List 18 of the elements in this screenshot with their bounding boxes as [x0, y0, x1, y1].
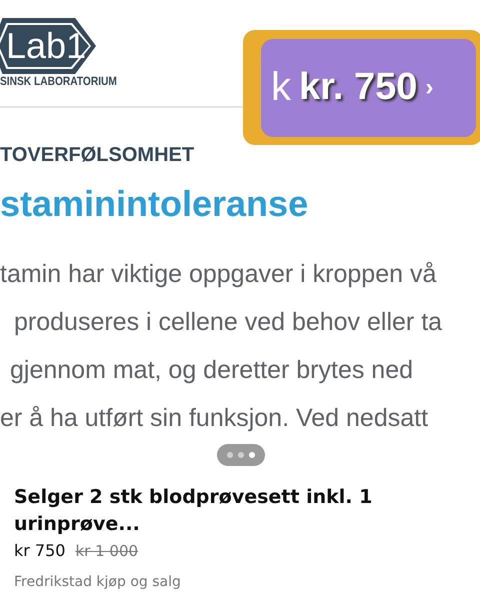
page-dot[interactable] [238, 452, 244, 458]
paragraph-line: gjennom mat, og deretter brytes ned [10, 355, 414, 385]
listing-title[interactable]: Selger 2 stk blodprøvesett inkl. 1 urinprøve... [14, 484, 466, 538]
page-dot[interactable] [227, 452, 233, 458]
sticker-prefix: k [271, 65, 291, 110]
logo: Lab1 [0, 18, 96, 74]
sticker-suffix: › [425, 74, 434, 102]
sticker-price: kr. 750 [299, 66, 418, 109]
listing-price: kr 750 [14, 541, 66, 560]
paragraph-line: er å ha utført sin funksjon. Ved nedsatt [0, 403, 428, 433]
category-label: TOVERFØLSOMHET [0, 144, 194, 167]
page-dot[interactable] [249, 452, 255, 458]
old-price: kr 1 000 [75, 542, 138, 560]
paragraph-line: produseres i cellene ved behov eller ta [14, 307, 442, 337]
article-heading: staminintoleranse [0, 183, 308, 225]
logo-subtitle: SINSK LABORATORIUM [0, 74, 118, 88]
paragraph-line: tamin har viktige oppgaver i kroppen vå [0, 259, 436, 289]
listing-location: Fredrikstad kjøp og salg [14, 574, 182, 590]
